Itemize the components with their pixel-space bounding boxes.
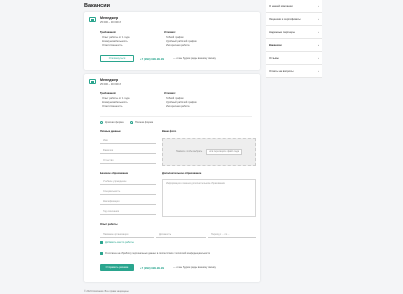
- chevron-right-icon: ›: [318, 30, 319, 34]
- requirement-item: Ответственность: [102, 105, 123, 108]
- sidebar-item-label: Вакансии: [269, 43, 282, 47]
- submit-resume-button[interactable]: Отправить резюме: [100, 264, 134, 271]
- chevron-right-icon: ›: [318, 56, 319, 60]
- graduation-year-input[interactable]: Год окончания: [100, 209, 156, 215]
- chevron-right-icon: ›: [318, 4, 319, 8]
- apply-button[interactable]: Откликнуться: [100, 55, 134, 62]
- school-input[interactable]: Учебное учреждение: [100, 179, 156, 185]
- phone-note: — и мы будем рады вашему звонку: [173, 56, 216, 60]
- radio-full-form[interactable]: [130, 121, 133, 124]
- radio-short-form[interactable]: [100, 121, 103, 124]
- education-title: Базовое образование: [100, 172, 129, 175]
- vacancy-salary: 25 000 – 30 000 ₽: [100, 83, 122, 86]
- consent-label: Я согласен на обработку персональных дан…: [105, 252, 211, 255]
- conditions-title: Условия:: [164, 92, 176, 95]
- vacancy-card-2: Менеджер 25 000 – 30 000 ₽ Требования: О…: [84, 74, 260, 282]
- radio-full-form-label: Полная форма: [135, 120, 154, 124]
- page: Вакансии Менеджер 25 000 – 30 000 ₽ Треб…: [0, 0, 403, 294]
- last-name-input[interactable]: Фамилия: [100, 148, 156, 154]
- sidebar-item-about[interactable]: О нашей компании ›: [266, 0, 322, 13]
- sidebar-item-label: Ответы на вопросы: [269, 69, 294, 73]
- requirements-title: Требования:: [100, 31, 117, 34]
- photo-title: Ваше фото: [162, 130, 177, 133]
- add-job-link[interactable]: Добавить место работы: [105, 241, 134, 245]
- footer-text: © 2024 Компания. Все права защищены: [84, 290, 129, 293]
- organization-input[interactable]: Название организации: [100, 232, 154, 238]
- photo-dropzone[interactable]: Нажмите чтобы выбрать или перетащите фай…: [162, 138, 256, 166]
- middle-name-input[interactable]: Отчество: [100, 158, 156, 164]
- chevron-right-icon: ›: [318, 17, 319, 21]
- photo-choose-text: Нажмите чтобы выбрать: [175, 151, 203, 153]
- phone-note: — и мы будем рады вашему звонку: [173, 265, 216, 269]
- sidebar-item-label: О нашей компании: [269, 4, 293, 8]
- period-input[interactable]: Период с ... по ...: [208, 232, 256, 238]
- sidebar-item-label: Отзывы: [269, 56, 279, 60]
- photo-drop-text: или перетащите файл сюда: [206, 149, 243, 155]
- vacancy-icon: [89, 17, 96, 22]
- chevron-right-icon: ›: [318, 43, 319, 47]
- personal-data-title: Личные данные: [100, 130, 121, 133]
- requirements-title: Требования:: [100, 92, 117, 95]
- radio-short-form-label: Краткая форма: [105, 120, 124, 124]
- qualification-input[interactable]: Квалификация: [100, 199, 156, 205]
- position-input[interactable]: Должность: [156, 232, 206, 238]
- requirement-item: Ответственность: [102, 44, 123, 47]
- sidebar-item-faq[interactable]: Ответы на вопросы ›: [266, 65, 322, 78]
- sidebar-item-label: Лицензии и сертификаты: [269, 17, 301, 21]
- phone-link[interactable]: +7 (999) 999-99-99: [140, 57, 164, 61]
- extra-education-title: Дополнительное образование: [162, 172, 202, 175]
- condition-item: Интересная работа: [166, 44, 190, 47]
- divider: [100, 116, 252, 117]
- phone-link[interactable]: +7 (999) 999-99-99: [140, 266, 164, 270]
- sidebar-item-reviews[interactable]: Отзывы ›: [266, 52, 322, 65]
- sidebar-item-label: Надежные партнеры: [269, 30, 295, 34]
- conditions-title: Условия:: [164, 31, 176, 34]
- sidebar-item-licenses[interactable]: Лицензии и сертификаты ›: [266, 13, 322, 26]
- condition-item: Интересная работа: [166, 105, 190, 108]
- page-title: Вакансии: [84, 3, 110, 9]
- specialty-input[interactable]: Специальность: [100, 189, 156, 195]
- add-job-icon[interactable]: [100, 241, 103, 244]
- experience-title: Опыт работы: [100, 223, 118, 226]
- vacancy-card-1: Менеджер 25 000 – 30 000 ₽ Требования: О…: [84, 12, 260, 70]
- extra-education-textarea[interactable]: Информация о вашем дополнительном образо…: [162, 179, 256, 217]
- sidebar-item-partners[interactable]: Надежные партнеры ›: [266, 26, 322, 39]
- vacancy-salary: 25 000 – 30 000 ₽: [100, 21, 122, 24]
- vacancy-icon: [89, 79, 96, 84]
- sidebar-item-vacancies[interactable]: Вакансии ›: [266, 39, 322, 52]
- first-name-input[interactable]: Имя: [100, 138, 156, 144]
- chevron-right-icon: ›: [318, 69, 319, 73]
- consent-checkbox[interactable]: [100, 252, 103, 255]
